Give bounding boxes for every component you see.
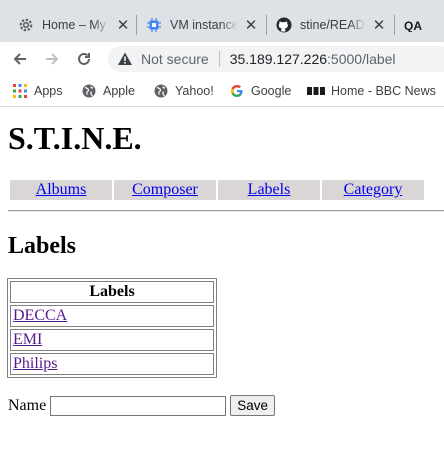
table-row: EMI [10, 329, 214, 351]
globe-icon [153, 83, 169, 99]
apps-grid-icon [12, 83, 28, 99]
tab-title: stine/READI [300, 18, 366, 32]
chip-icon [146, 17, 162, 33]
close-tab-icon[interactable]: ✕ [372, 16, 386, 34]
main-nav: Albums Composer Labels Category [8, 178, 426, 202]
nav-item-labels: Labels [218, 180, 320, 200]
label-link-emi[interactable]: EMI [13, 331, 42, 348]
address-bar[interactable]: Not secure 35.189.127.226:5000/label [108, 46, 444, 72]
nav-item-albums: Albums [10, 180, 112, 200]
label-link-decca[interactable]: DECCA [13, 307, 67, 324]
save-button[interactable]: Save [230, 395, 275, 416]
table-header-row: Labels [10, 281, 214, 303]
table-cell: DECCA [10, 305, 214, 327]
bookmark-label: Google [251, 84, 292, 98]
browser-tab[interactable]: Home – My ✕ [18, 8, 130, 42]
tab-title: Home – My [42, 18, 106, 32]
bookmarks-bar: Apps Apple Yahoo! Google Home - BBC News [0, 76, 444, 107]
tab-divider [394, 15, 395, 35]
globe-icon [81, 83, 97, 99]
back-button[interactable] [8, 47, 32, 71]
bookmark-label: Apple [103, 84, 135, 98]
page-heading: Labels [8, 233, 77, 259]
reload-button[interactable] [72, 47, 96, 71]
url-host: 35.189.127.226 [229, 51, 328, 67]
bookmark-bbc-news[interactable]: Home - BBC News [307, 83, 436, 99]
reload-icon [78, 52, 90, 65]
tab-title: VM instance [170, 18, 238, 32]
security-label[interactable]: Not secure [141, 51, 209, 67]
browser-tab[interactable]: QA QA [404, 8, 444, 42]
table-row: DECCA [10, 305, 214, 327]
url-path: :5000/label [327, 51, 396, 67]
labels-table: Labels DECCA EMI Philips [7, 278, 217, 378]
browser-tab[interactable]: stine/READI ✕ [276, 8, 386, 42]
bookmark-apps[interactable]: Apps [12, 83, 63, 99]
bookmark-label: Home - BBC News [331, 84, 436, 98]
label-link-philips[interactable]: Philips [13, 355, 57, 372]
browser-toolbar: Not secure 35.189.127.226:5000/label [0, 42, 444, 76]
tab-divider [136, 15, 137, 35]
table-row: Philips [10, 353, 214, 375]
table-cell: Philips [10, 353, 214, 375]
nav-link-albums[interactable]: Albums [36, 181, 87, 198]
bookmark-apple[interactable]: Apple [81, 83, 135, 99]
horizontal-rule [8, 210, 444, 212]
address-divider [218, 51, 220, 67]
site-title: S.T.I.N.E. [8, 120, 142, 156]
nav-item-category: Category [322, 180, 424, 200]
page-content: S.T.I.N.E. Albums Composer Labels Catego… [0, 107, 444, 456]
name-label: Name [8, 396, 47, 414]
github-icon [276, 17, 292, 33]
nav-item-composer: Composer [114, 180, 216, 200]
browser-tab[interactable]: VM instance ✕ [146, 8, 258, 42]
bbc-icon [307, 83, 325, 99]
bookmark-label: Yahoo! [175, 84, 214, 98]
bookmark-label: Apps [34, 84, 63, 98]
back-arrow-icon [13, 53, 26, 65]
tab-divider [266, 15, 267, 35]
forward-arrow-icon [46, 53, 59, 65]
warning-icon [117, 51, 133, 67]
svg-text:QA: QA [404, 19, 422, 32]
add-label-form: Name Save [8, 395, 275, 416]
nav-link-labels[interactable]: Labels [248, 181, 291, 198]
close-tab-icon[interactable]: ✕ [244, 16, 258, 34]
close-tab-icon[interactable]: ✕ [116, 16, 130, 34]
google-icon [229, 83, 245, 99]
table-cell: EMI [10, 329, 214, 351]
table-header: Labels [10, 281, 214, 303]
nav-link-category[interactable]: Category [344, 181, 403, 198]
nav-link-composer[interactable]: Composer [132, 181, 198, 198]
qa-icon: QA [404, 17, 424, 33]
browser-tabstrip: Home – My ✕ VM instance ✕ stine/READI ✕ … [0, 0, 444, 42]
gear-icon [18, 17, 34, 33]
bookmark-google[interactable]: Google [229, 83, 291, 99]
name-input[interactable] [50, 395, 227, 416]
bookmark-yahoo[interactable]: Yahoo! [153, 83, 214, 99]
forward-button[interactable] [40, 47, 64, 71]
